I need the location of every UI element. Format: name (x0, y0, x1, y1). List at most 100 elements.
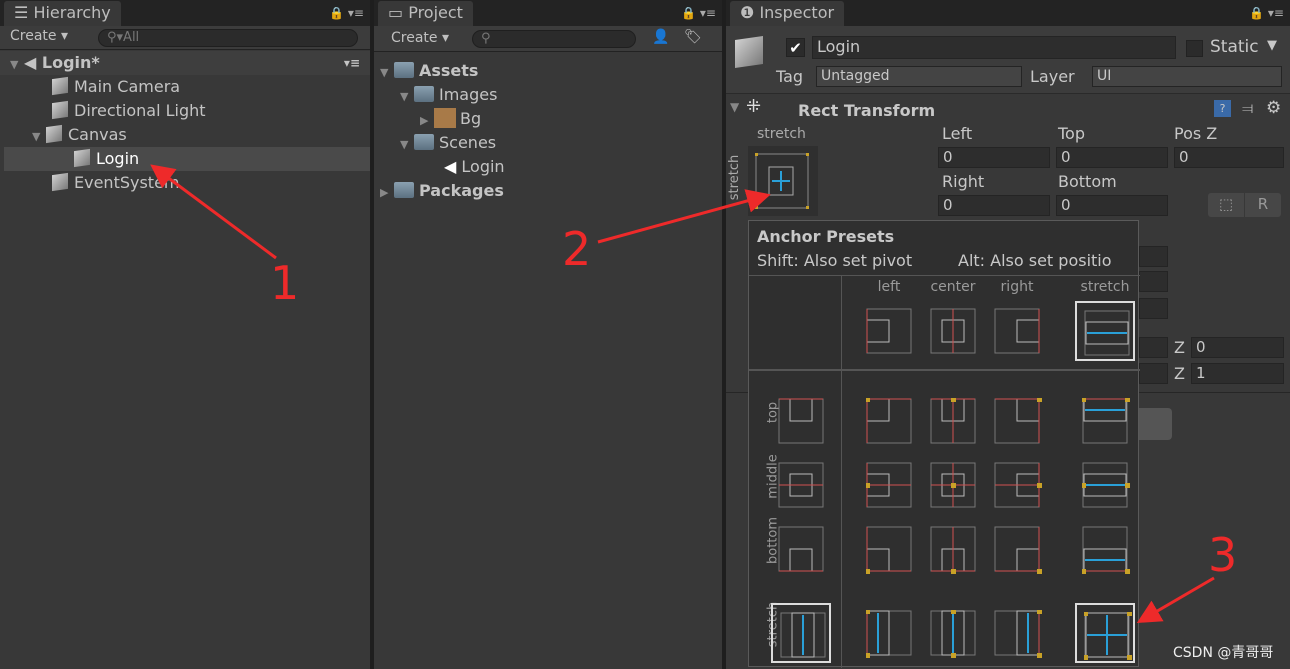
preset-icon[interactable]: ⫤ (1242, 99, 1253, 117)
image-icon (434, 108, 456, 128)
list-item[interactable]: ▼ Canvas (32, 123, 127, 147)
column-label-left: left (877, 279, 901, 295)
raw-edit-button[interactable]: R (1245, 193, 1281, 217)
search-input[interactable]: ⚲ (472, 30, 636, 48)
filter-type-icon[interactable]: 👤 (652, 29, 669, 45)
anchor-preset-none-bottom[interactable] (771, 519, 831, 579)
anchor-preset-none-stretch[interactable] (771, 603, 831, 663)
right-field[interactable]: 0 (938, 195, 1050, 216)
list-item[interactable]: ▶ Packages (380, 179, 504, 203)
anchor-preset-right-top[interactable] (987, 391, 1047, 451)
partial-field[interactable] (1139, 363, 1168, 384)
gear-icon[interactable]: ⚙ (1266, 98, 1281, 118)
tab-inspector[interactable]: ❶ Inspector (730, 1, 845, 26)
anchor-preset-left-stretch[interactable] (859, 603, 919, 663)
anchor-preset-button[interactable] (748, 146, 818, 216)
column-label-stretch: stretch (1080, 279, 1130, 295)
anchor-preset-right-stretch[interactable] (987, 603, 1047, 663)
lock-menu-icon[interactable]: 🔒 ▾≡ (681, 6, 716, 20)
name-field[interactable]: Login (812, 36, 1176, 59)
lock-menu-icon[interactable]: 🔒 ▾≡ (329, 6, 364, 20)
gameobject-icon (46, 124, 62, 144)
tab-hierarchy[interactable]: ☰ Hierarchy (4, 1, 121, 26)
annotation-1: 1 (270, 256, 300, 310)
posz-field[interactable]: 0 (1174, 147, 1284, 168)
anchor-preset-left-middle[interactable] (859, 455, 919, 515)
anchor-preset-left-none[interactable] (859, 301, 919, 361)
tab-project[interactable]: ▭ Project (378, 1, 473, 26)
folder-icon: ▭ (388, 3, 409, 22)
folder-icon (394, 62, 414, 78)
anchor-preset-none-top[interactable] (771, 391, 831, 451)
list-item[interactable]: ▼ Images (400, 83, 497, 107)
list-icon: ☰ (14, 3, 34, 22)
lock-menu-icon[interactable]: 🔒 ▾≡ (1249, 6, 1284, 20)
gameobject-icon (74, 148, 90, 168)
list-item[interactable]: ▼ Assets (380, 59, 478, 83)
anchor-preset-center-bottom[interactable] (923, 519, 983, 579)
column-label-center: center (930, 279, 976, 295)
filter-label-icon[interactable]: 🏷 (684, 29, 702, 45)
rotation-z-field[interactable]: 0 (1191, 337, 1284, 358)
gameobject-icon[interactable] (735, 36, 763, 68)
blueprint-mode-button[interactable]: ⬚ (1208, 193, 1244, 217)
anchor-preset-left-top[interactable] (859, 391, 919, 451)
watermark: CSDN @青哥哥 (1173, 645, 1274, 661)
anchor-preset-left-bottom[interactable] (859, 519, 919, 579)
annotation-2: 2 (562, 222, 592, 276)
info-icon: ❶ (740, 3, 760, 22)
annotation-3: 3 (1208, 528, 1238, 582)
foldout-arrow-icon[interactable]: ▼ (730, 100, 739, 114)
menu-icon[interactable]: ▾≡ (344, 51, 360, 75)
anchor-preset-center-none[interactable] (923, 301, 983, 361)
create-button[interactable]: Create ▾ (391, 30, 449, 46)
anchor-preset-right-none[interactable] (987, 301, 1047, 361)
partial-field[interactable] (1139, 271, 1168, 292)
help-icon[interactable]: ? (1214, 100, 1231, 117)
divider (749, 275, 1140, 276)
anchor-preset-center-top[interactable] (923, 391, 983, 451)
scale-z-field[interactable]: 1 (1191, 363, 1284, 384)
bottom-field[interactable]: 0 (1056, 195, 1168, 216)
divider (841, 275, 842, 668)
gameobject-icon (52, 100, 68, 120)
rect-transform-header[interactable]: ▼ ⁜ Rect Transform ? ⫤ ⚙ (726, 96, 1290, 124)
scene-header[interactable]: ▼ ◀ Login* ▾≡ (0, 51, 370, 75)
list-item[interactable]: ◀ Login (444, 155, 505, 179)
anchor-preset-right-bottom[interactable] (987, 519, 1047, 579)
anchor-preset-stretch-stretch[interactable] (1075, 603, 1135, 663)
tag-dropdown[interactable]: Untagged (816, 66, 1022, 87)
create-button[interactable]: Create ▾ (10, 28, 68, 44)
folder-icon (394, 182, 414, 198)
list-item[interactable]: ▼ Scenes (400, 131, 496, 155)
list-item[interactable]: EventSystem (52, 171, 180, 195)
anchor-preset-center-stretch[interactable] (923, 603, 983, 663)
top-field[interactable]: 0 (1056, 147, 1168, 168)
anchor-presets-popup: Anchor Presets Shift: Also set pivot Alt… (748, 220, 1140, 668)
list-item[interactable]: Main Camera (52, 75, 180, 99)
left-field[interactable]: 0 (938, 147, 1050, 168)
unity-scene-icon: ◀ (24, 53, 42, 72)
anchor-preset-none-middle[interactable] (771, 455, 831, 515)
partial-field[interactable] (1139, 298, 1168, 319)
static-dropdown-icon[interactable]: ▼ (1267, 38, 1277, 53)
layer-dropdown[interactable]: UI (1092, 66, 1282, 87)
gameobject-icon (52, 172, 68, 192)
anchor-preset-stretch-top[interactable] (1075, 391, 1135, 451)
partial-field[interactable] (1139, 246, 1168, 267)
anchor-preset-stretch-none[interactable] (1075, 301, 1135, 361)
partial-field[interactable] (1139, 337, 1168, 358)
active-checkbox[interactable]: ✔ (786, 38, 805, 57)
anchor-preset-right-middle[interactable] (987, 455, 1047, 515)
list-item-selected[interactable]: Login (4, 147, 370, 171)
list-item[interactable]: Directional Light (52, 99, 206, 123)
search-input[interactable]: ⚲▾All (98, 29, 358, 47)
gameobject-header: ✔ Login Static ▼ Tag Untagged Layer UI (726, 26, 1290, 94)
list-item[interactable]: ▶ Bg (420, 107, 481, 131)
anchor-preset-center-middle[interactable] (923, 455, 983, 515)
static-checkbox[interactable] (1186, 40, 1203, 57)
anchor-preset-stretch-bottom[interactable] (1075, 519, 1135, 579)
expand-arrow-icon[interactable]: ▼ (32, 125, 46, 149)
gameobject-icon (52, 76, 68, 96)
anchor-preset-stretch-middle[interactable] (1075, 455, 1135, 515)
